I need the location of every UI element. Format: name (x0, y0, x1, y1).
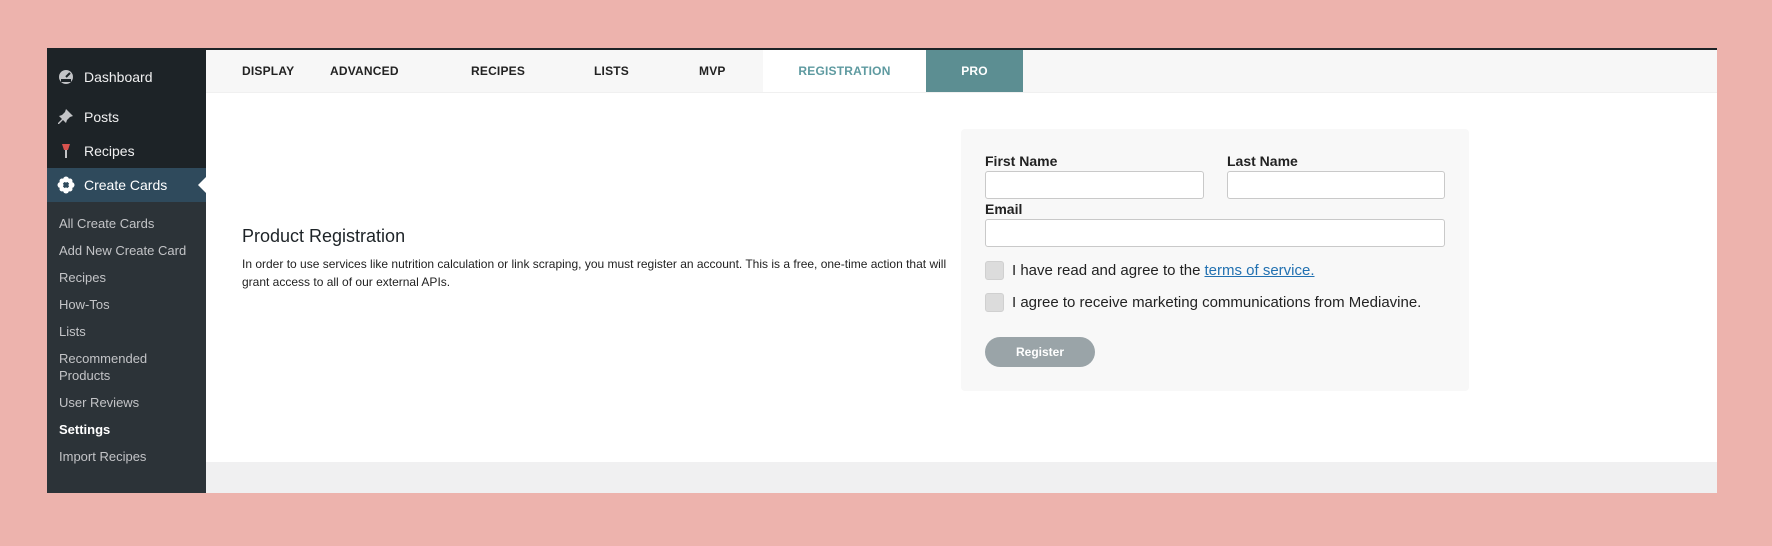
registration-form: First Name Last Name Email I have read a… (961, 129, 1469, 391)
sidebar-item-label: Create Cards (84, 177, 168, 193)
tab-advanced[interactable]: ADVANCED (330, 50, 471, 92)
submenu-recommended-products[interactable]: Recommended Products (47, 345, 206, 389)
main-panel: DISPLAY ADVANCED RECIPES LISTS MVP REGIS… (206, 50, 1717, 493)
submenu-user-reviews[interactable]: User Reviews (47, 389, 206, 416)
flower-icon (56, 175, 76, 195)
recipe-icon (56, 141, 76, 161)
app-window: Dashboard Posts Recipes Create Cards All… (47, 48, 1717, 493)
sidebar-top-block: Dashboard Posts Recipes Create Cards (47, 50, 206, 202)
sidebar-submenu: All Create Cards Add New Create Card Rec… (47, 202, 206, 476)
first-name-input[interactable] (985, 171, 1204, 199)
registration-content: Product Registration In order to use ser… (206, 93, 1717, 465)
email-label: Email (985, 201, 1023, 217)
registration-intro: Product Registration In order to use ser… (242, 226, 952, 291)
settings-tabs: DISPLAY ADVANCED RECIPES LISTS MVP REGIS… (206, 50, 1717, 93)
submenu-how-tos[interactable]: How-Tos (47, 291, 206, 318)
marketing-checkbox[interactable] (985, 293, 1004, 312)
tab-registration[interactable]: REGISTRATION (763, 50, 926, 92)
first-name-label: First Name (985, 153, 1058, 169)
submenu-add-new-create-card[interactable]: Add New Create Card (47, 237, 206, 264)
marketing-row: I agree to receive marketing communicati… (985, 293, 1421, 312)
sidebar-item-posts[interactable]: Posts (47, 100, 206, 134)
tab-pro[interactable]: PRO (926, 50, 1023, 92)
email-input[interactable] (985, 219, 1445, 247)
submenu-import-recipes[interactable]: Import Recipes (47, 443, 206, 470)
sidebar-item-label: Posts (84, 109, 120, 125)
sidebar-item-dashboard[interactable]: Dashboard (47, 60, 206, 94)
submenu-lists[interactable]: Lists (47, 318, 206, 345)
submenu-all-create-cards[interactable]: All Create Cards (47, 210, 206, 237)
submenu-settings[interactable]: Settings (47, 416, 206, 443)
registration-description: In order to use services like nutrition … (242, 257, 947, 289)
page-title: Product Registration (242, 226, 406, 246)
register-button[interactable]: Register (985, 337, 1095, 367)
tos-checkbox[interactable] (985, 261, 1004, 280)
tab-lists[interactable]: LISTS (594, 50, 699, 92)
tab-mvp[interactable]: MVP (699, 50, 763, 92)
sidebar-item-label: Dashboard (84, 69, 153, 85)
dashboard-icon (56, 67, 76, 87)
footer-band (206, 462, 1717, 493)
tab-recipes[interactable]: RECIPES (471, 50, 594, 92)
last-name-input[interactable] (1227, 171, 1445, 199)
submenu-recipes[interactable]: Recipes (47, 264, 206, 291)
tos-text: I have read and agree to the (1012, 262, 1201, 279)
sidebar-item-label: Recipes (84, 143, 135, 159)
tos-link[interactable]: terms of service. (1204, 262, 1314, 279)
marketing-text: I agree to receive marketing communicati… (1012, 294, 1422, 311)
sidebar-item-recipes[interactable]: Recipes (47, 134, 206, 168)
tos-row: I have read and agree to the terms of se… (985, 261, 1315, 280)
admin-sidebar: Dashboard Posts Recipes Create Cards All… (47, 50, 206, 493)
pin-icon (56, 107, 76, 127)
last-name-label: Last Name (1227, 153, 1298, 169)
sidebar-item-create-cards[interactable]: Create Cards (47, 168, 206, 202)
tab-display[interactable]: DISPLAY (206, 50, 330, 92)
